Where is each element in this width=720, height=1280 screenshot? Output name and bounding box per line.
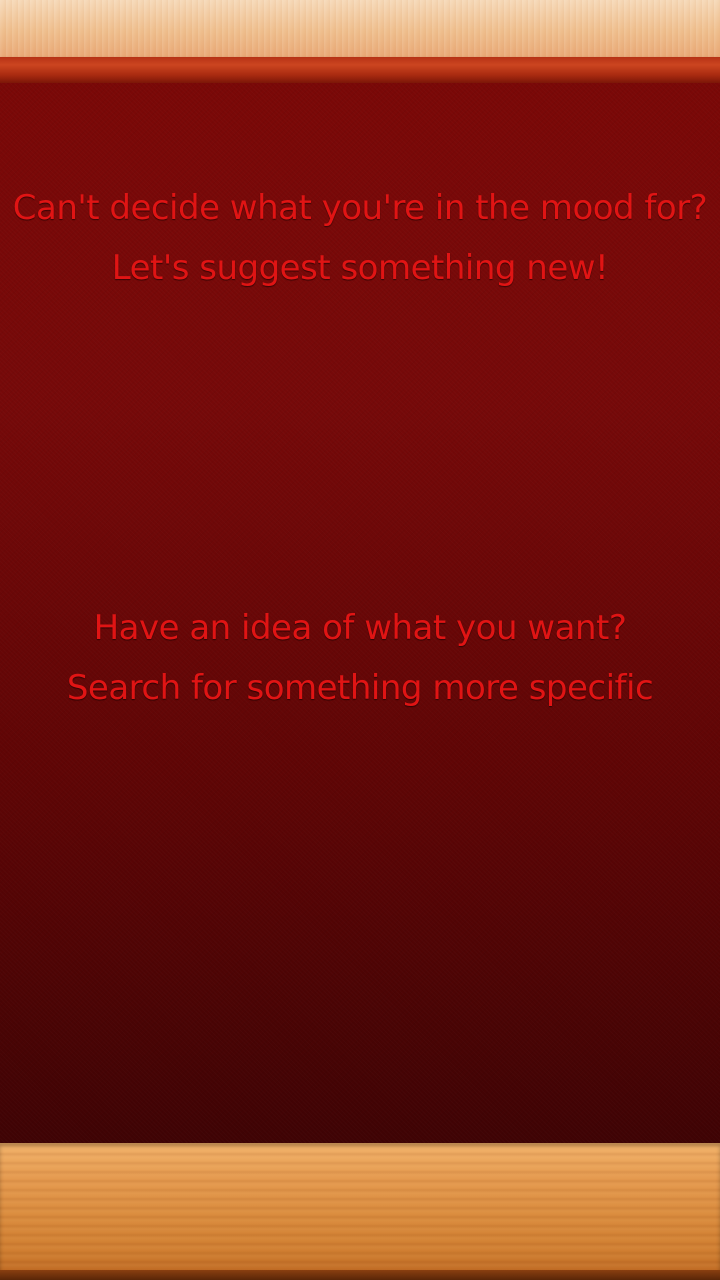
shelf-edge: [0, 1270, 720, 1280]
app-screen: Can't decide what you're in the mood for…: [0, 0, 720, 1280]
suggest-something-button[interactable]: Can't decide what you're in the mood for…: [0, 178, 720, 298]
top-wood-trim: [0, 57, 720, 83]
search-specific-button[interactable]: Have an idea of what you want? Search fo…: [0, 598, 720, 718]
suggest-prompt-line-1: Can't decide what you're in the mood for…: [12, 188, 708, 228]
suggest-prompt-line-2: Let's suggest something new!: [111, 248, 609, 288]
search-prompt-line-1: Have an idea of what you want?: [93, 608, 627, 648]
top-texture-strip: [0, 0, 720, 57]
bottom-wood-shelf: [0, 1143, 720, 1280]
search-prompt-line-2: Search for something more specific: [66, 668, 654, 708]
